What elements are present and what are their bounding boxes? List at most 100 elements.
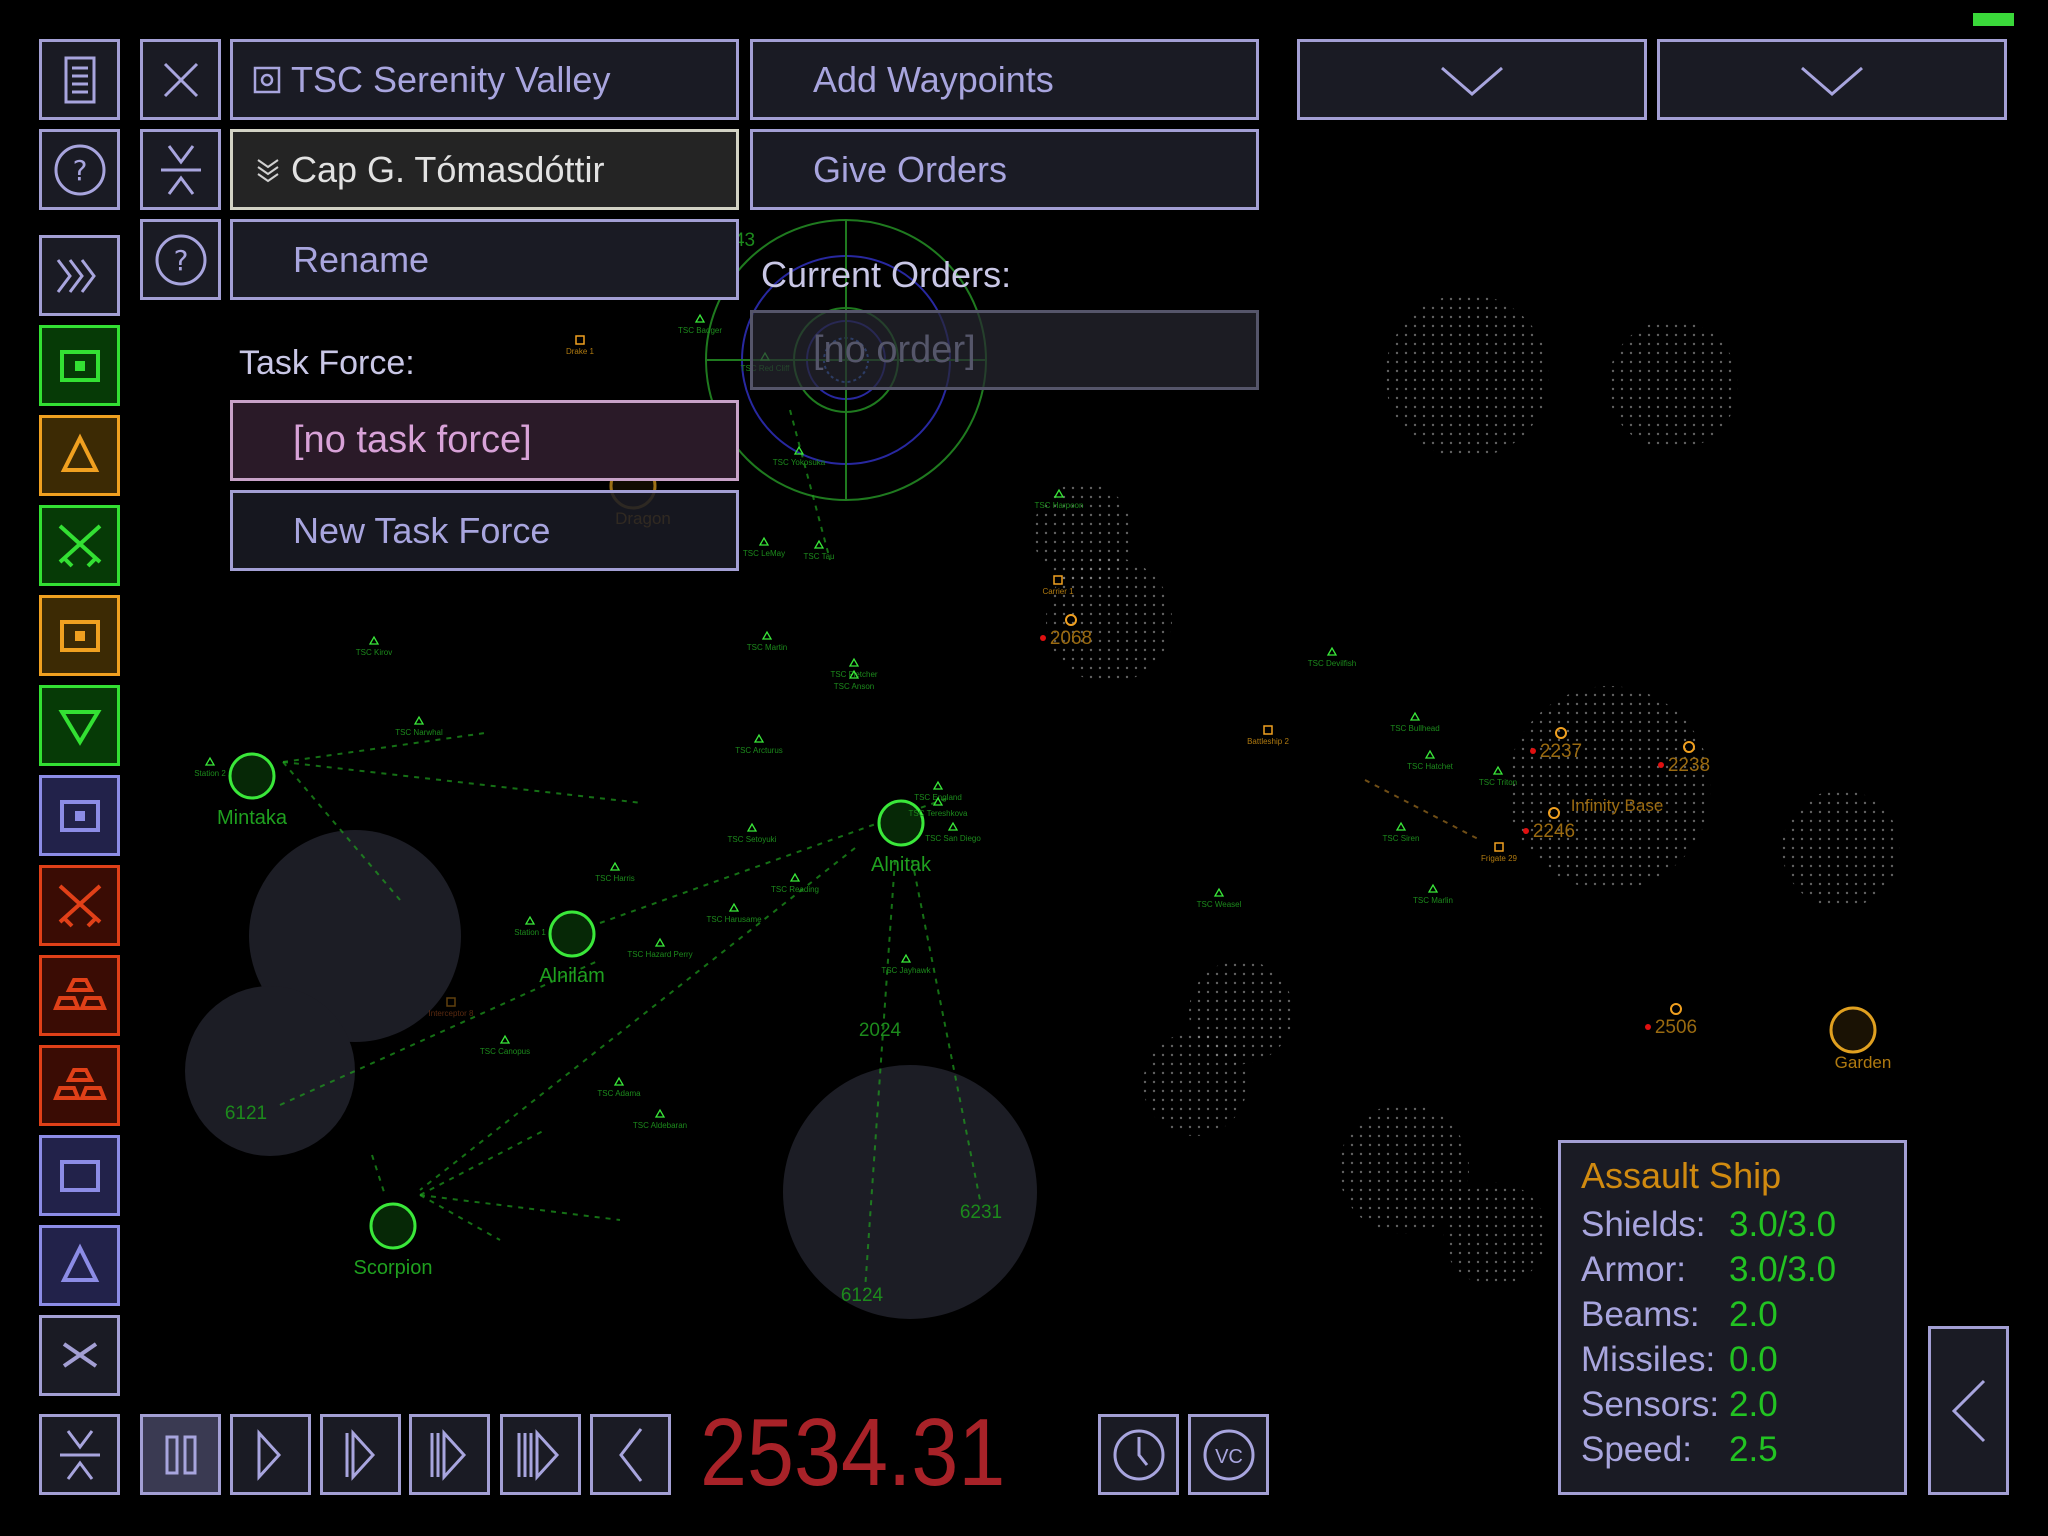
ship-marker-icon xyxy=(1492,765,1504,775)
ship-label: TSC San Diego xyxy=(925,834,981,843)
planet-scorpion xyxy=(369,1202,417,1250)
victory-conditions-button[interactable]: VC xyxy=(1188,1414,1269,1495)
captain-button[interactable]: Cap G. Tómasdóttir xyxy=(230,129,739,210)
dropdown-button-1[interactable] xyxy=(1297,39,1647,120)
stat-value: 2.5 xyxy=(1729,1430,1778,1469)
ship-label: TSC Tau xyxy=(804,552,835,561)
ship-info-panel: Assault Ship Shields: 3.0/3.0 Armor: 3.0/3.… xyxy=(1558,1140,1907,1495)
task-force-select[interactable]: [no task force] xyxy=(230,400,739,481)
ship-label: TSC Tereshkova xyxy=(909,809,969,818)
add-waypoints-button[interactable]: Add Waypoints xyxy=(750,39,1259,120)
menu-button[interactable] xyxy=(39,39,120,120)
clock-icon xyxy=(1113,1429,1164,1480)
chevron-down-icon xyxy=(1801,66,1863,96)
station-icon xyxy=(1670,1003,1682,1015)
filter-button-red-bars[interactable] xyxy=(39,1045,120,1126)
ship-marker-icon xyxy=(728,902,740,912)
stat-label: Missiles: xyxy=(1581,1340,1716,1379)
stat-value: 2.0 xyxy=(1729,1295,1778,1334)
red-swords-icon xyxy=(58,884,101,927)
faster-forward-button[interactable] xyxy=(409,1414,490,1495)
rename-button[interactable]: Rename xyxy=(230,219,739,300)
filter-button-green-square[interactable] xyxy=(39,325,120,406)
clock-button[interactable] xyxy=(1098,1414,1179,1495)
give-orders-button[interactable]: Give Orders xyxy=(750,129,1259,210)
orange-square-icon xyxy=(59,619,100,652)
ship-label: TSC Marlin xyxy=(1413,896,1453,905)
stat-value: 3.0/3.0 xyxy=(1729,1250,1837,1289)
ship-marker-icon xyxy=(753,733,765,743)
hostile-dot xyxy=(1523,828,1529,834)
fast-forward-button[interactable] xyxy=(320,1414,401,1495)
planet-label: Alnitak xyxy=(871,854,932,876)
planet-label: Scorpion xyxy=(354,1257,433,1279)
ship-label: TSC Aldebaran xyxy=(633,1121,687,1130)
filter-button-blue-triangle[interactable] xyxy=(39,1225,120,1306)
collapse-button[interactable] xyxy=(140,129,221,210)
expand-filters-button[interactable] xyxy=(39,235,120,316)
play-button[interactable] xyxy=(230,1414,311,1495)
filter-button-close[interactable] xyxy=(39,1315,120,1396)
stat-label: Sensors: xyxy=(1581,1385,1720,1424)
route-line xyxy=(789,409,831,561)
red-bars-icon xyxy=(52,1067,107,1100)
planet-label: Mintaka xyxy=(217,807,288,829)
route-line xyxy=(1364,779,1481,841)
ship-marker-icon xyxy=(761,630,773,640)
filter-button-red-bars[interactable] xyxy=(39,955,120,1036)
green-square-icon xyxy=(59,349,100,382)
enemy-marker-icon xyxy=(1263,725,1273,735)
filter-button-orange-square[interactable] xyxy=(39,595,120,676)
document-icon xyxy=(64,56,95,103)
collapse-bottom-button[interactable] xyxy=(39,1414,120,1495)
stat-row: Sensors: 2.0 xyxy=(1581,1385,1904,1430)
ship-marker-icon xyxy=(1424,749,1436,759)
pause-icon xyxy=(165,1435,196,1474)
system-label: 2246 xyxy=(1533,821,1575,842)
hostile-dot xyxy=(1645,1024,1651,1030)
ship-label: TSC Hatchet xyxy=(1407,762,1454,771)
filter-button-blue-square-outline[interactable] xyxy=(39,1135,120,1216)
enemy-label: Interceptor 8 xyxy=(429,1009,474,1018)
close-icon xyxy=(163,62,198,97)
fast-forward-icon xyxy=(345,1428,375,1481)
pause-button[interactable] xyxy=(140,1414,221,1495)
close-button[interactable] xyxy=(140,39,221,120)
chevron-left-icon xyxy=(618,1427,642,1482)
rewind-button[interactable] xyxy=(590,1414,671,1495)
planet-garden xyxy=(1829,1006,1877,1054)
planet-alnilam xyxy=(548,910,596,958)
filter-button-green-swords[interactable] xyxy=(39,505,120,586)
enemy-marker-icon xyxy=(575,335,585,345)
ship-name-button[interactable]: TSC Serenity Valley xyxy=(230,39,739,120)
ship-marker-icon xyxy=(368,635,380,645)
play-icon xyxy=(257,1428,281,1481)
help-button-2[interactable]: ? xyxy=(140,219,221,300)
asteroid-field xyxy=(1507,686,1711,890)
ship-marker-icon xyxy=(654,937,666,947)
filter-button-green-down-triangle[interactable] xyxy=(39,685,120,766)
dropdown-button-2[interactable] xyxy=(1657,39,2007,120)
current-order-field[interactable]: [no order] xyxy=(750,310,1259,390)
stat-value: 3.0/3.0 xyxy=(1729,1205,1837,1244)
panel-back-button[interactable] xyxy=(1928,1326,2009,1495)
ship-marker-icon xyxy=(900,953,912,963)
filter-button-red-swords[interactable] xyxy=(39,865,120,946)
filter-button-orange-triangle[interactable] xyxy=(39,415,120,496)
asteroid-field xyxy=(1443,1182,1547,1286)
planet-label: Alnilam xyxy=(539,965,605,987)
ship-marker-icon xyxy=(654,1108,666,1118)
game-time: 2534.31 xyxy=(700,1399,1006,1506)
fastest-forward-button[interactable] xyxy=(500,1414,581,1495)
ship-label: TSC Narwhal xyxy=(395,728,443,737)
chevron-left-icon xyxy=(1951,1379,1985,1442)
filter-button-blue-square[interactable] xyxy=(39,775,120,856)
hostile-dot xyxy=(1658,762,1664,768)
captain-name: Cap G. Tómasdóttir xyxy=(291,148,605,190)
fastest-forward-icon xyxy=(517,1428,559,1481)
ship-marker-icon xyxy=(609,861,621,871)
new-task-force-button[interactable]: New Task Force xyxy=(230,490,739,571)
help-button[interactable]: ? xyxy=(39,129,120,210)
system-label: 2237 xyxy=(1540,741,1582,762)
ship-marker-icon xyxy=(813,539,825,549)
